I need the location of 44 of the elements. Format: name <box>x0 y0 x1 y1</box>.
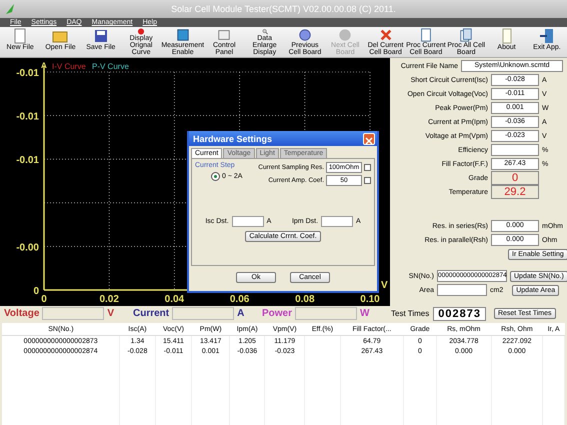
input-field[interactable] <box>321 216 354 227</box>
input-field[interactable] <box>232 216 264 227</box>
panel-icon <box>216 28 232 42</box>
legend-label: P-V Curve <box>92 62 129 71</box>
y-tick-label: -0.00 <box>16 242 39 254</box>
x-tick-label: 0.10 <box>360 294 380 305</box>
x-tick-label: 0.06 <box>230 294 250 305</box>
circle-icon <box>296 28 313 42</box>
value-display: 29.2 <box>491 185 539 199</box>
y-tick-label: -0.01 <box>16 68 39 79</box>
unit-label: V <box>107 308 114 319</box>
readout-field <box>172 307 234 320</box>
y-tick-label: 0 <box>33 286 39 297</box>
exit-icon <box>538 28 555 44</box>
unit-label: A <box>237 308 244 319</box>
docs-icon <box>458 28 474 42</box>
readout-label: Power <box>262 308 292 319</box>
area-field[interactable] <box>437 284 487 296</box>
counter-display: 002873 <box>433 306 486 320</box>
window-title: Solar Cell Module Tester(SCMT) V02.00.00.08 (C) 2011. <box>171 4 396 14</box>
x-axis-label: V <box>381 280 388 291</box>
field-label: Test Times <box>391 309 430 318</box>
file-icon <box>12 28 28 44</box>
legend-label: I-V Curve <box>52 62 86 71</box>
close-button[interactable] <box>363 132 375 144</box>
circle-icon <box>337 28 354 42</box>
unit-label: W <box>360 308 370 319</box>
radio-button[interactable] <box>211 172 220 181</box>
readout-field <box>42 307 104 320</box>
window-icon <box>174 28 191 42</box>
readout-label: Voltage <box>4 308 40 319</box>
value-display: 0 <box>491 171 539 185</box>
x-tick-label: 0.02 <box>99 294 119 305</box>
x-tick-label: 0.08 <box>295 294 315 305</box>
x-tick-label: 0.04 <box>164 294 184 305</box>
readout-label: Current <box>133 308 170 319</box>
y-tick-label: -0.01 <box>16 155 39 166</box>
y-axis-label: A <box>41 61 47 70</box>
y-tick-label: -0.01 <box>16 112 39 123</box>
readout-field <box>295 307 358 320</box>
dialog-title: Hardware Settings <box>193 134 272 144</box>
value-field <box>491 144 539 156</box>
x-tick-label: 0 <box>41 294 47 305</box>
leaf-icon <box>4 2 16 15</box>
